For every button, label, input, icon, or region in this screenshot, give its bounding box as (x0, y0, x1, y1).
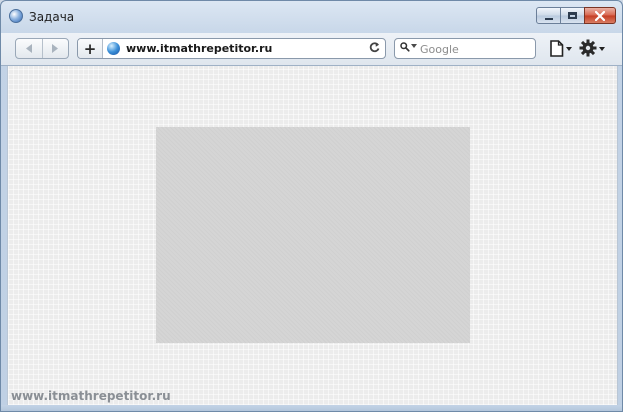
app-globe-icon (9, 9, 23, 23)
window-controls (536, 7, 616, 25)
window-title: Задача (29, 10, 75, 24)
title-bar[interactable]: Задача (1, 1, 622, 33)
forward-arrow-icon (52, 44, 59, 53)
add-bookmark-button[interactable]: + (78, 39, 103, 58)
maximize-button[interactable] (560, 7, 585, 24)
page-menu-button[interactable] (550, 39, 574, 59)
page-menu-caret-icon (566, 47, 572, 51)
minimize-button[interactable] (536, 7, 561, 24)
search-box[interactable]: Google (394, 38, 536, 59)
window-bottom-border (1, 405, 622, 411)
navigation-buttons (15, 38, 69, 59)
reload-icon[interactable] (369, 41, 380, 56)
address-bar[interactable]: + www.itmathrepetitor.ru (77, 38, 386, 59)
browser-window: Задача + www.itmathrepetitor.ru Google w… (0, 0, 623, 412)
url-text[interactable]: www.itmathrepetitor.ru (126, 42, 272, 55)
gear-icon (579, 39, 597, 57)
site-globe-icon (107, 42, 120, 55)
close-button[interactable] (584, 7, 616, 24)
content-placeholder (156, 127, 470, 343)
minimize-icon (544, 17, 553, 20)
search-placeholder: Google (420, 43, 459, 56)
search-engine-dropdown-icon[interactable] (411, 44, 417, 48)
browser-toolbar: + www.itmathrepetitor.ru Google (1, 33, 622, 66)
search-icon[interactable] (400, 42, 410, 52)
back-button[interactable] (16, 39, 42, 58)
tools-menu-caret-icon (599, 47, 605, 51)
page-icon (550, 40, 564, 57)
watermark-text: www.itmathrepetitor.ru (11, 389, 171, 403)
tools-menu-button[interactable] (579, 39, 607, 59)
maximize-icon (568, 12, 577, 19)
page-content: www.itmathrepetitor.ru (7, 66, 618, 405)
back-arrow-icon (25, 44, 32, 53)
close-icon (595, 10, 605, 21)
forward-button[interactable] (41, 39, 69, 58)
